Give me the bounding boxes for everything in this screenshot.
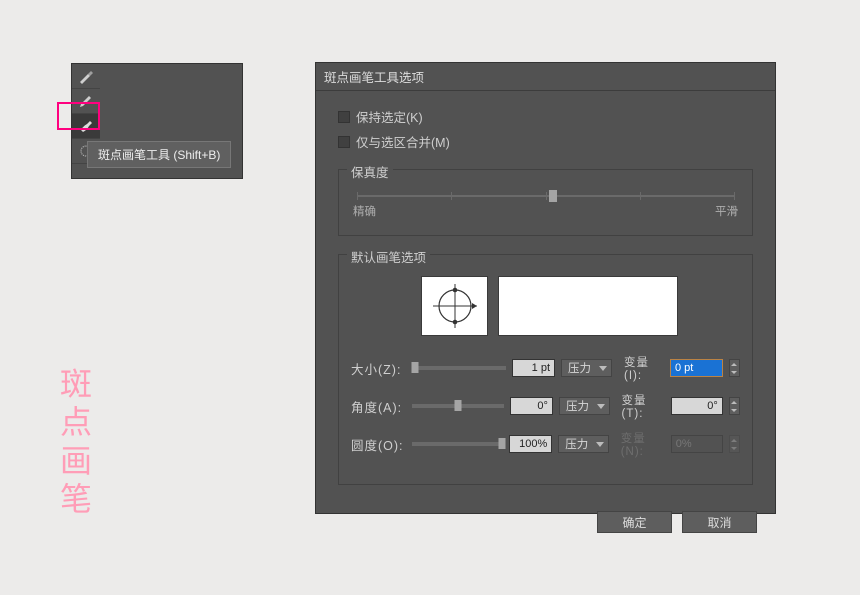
size-slider[interactable] <box>413 366 506 370</box>
ok-button[interactable]: 确定 <box>597 511 672 533</box>
merge-selection-label: 仅与选区合并(M) <box>356 132 450 151</box>
round-row: 圆度(O): 100% 压力 变量(N): 0% <box>351 430 740 458</box>
angle-value[interactable]: 0° <box>510 397 553 415</box>
dialog-title: 斑点画笔工具选项 <box>316 63 775 91</box>
angle-var-spinner[interactable] <box>729 397 740 415</box>
fidelity-right-label: 平滑 <box>715 203 738 219</box>
blob-brush-options-dialog: 斑点画笔工具选项 保持选定(K) 仅与选区合并(M) 保真度 精确 平滑 <box>315 62 776 514</box>
page-title: 斑 点 画 笔 <box>60 365 92 519</box>
size-value[interactable]: 1 pt <box>512 359 555 377</box>
angle-dropdown[interactable]: 压力 <box>559 397 610 415</box>
brush-options-title: 默认画笔选项 <box>347 247 430 266</box>
fidelity-title: 保真度 <box>347 162 393 181</box>
merge-selection-checkbox[interactable] <box>338 136 350 148</box>
angle-row: 角度(A): 0° 压力 变量(T): 0° <box>351 392 740 420</box>
size-label: 大小(Z): <box>351 359 407 378</box>
round-var-spinner <box>729 435 740 453</box>
angle-slider[interactable] <box>412 404 504 408</box>
brush-options-group: 默认画笔选项 大小(Z): 1 pt <box>338 254 753 485</box>
chevron-down-icon <box>599 366 607 371</box>
fidelity-left-label: 精确 <box>353 203 376 219</box>
round-var-value: 0% <box>671 435 723 453</box>
angle-label: 角度(A): <box>351 397 406 416</box>
keep-selected-checkbox[interactable] <box>338 111 350 123</box>
round-value[interactable]: 100% <box>509 435 552 453</box>
fidelity-group: 保真度 精确 平滑 <box>338 169 753 236</box>
angle-preview[interactable] <box>421 276 488 336</box>
angle-var-label: 变量(T): <box>622 392 665 420</box>
round-var-label: 变量(N): <box>621 430 665 458</box>
pencil-tool[interactable] <box>72 89 100 114</box>
round-label: 圆度(O): <box>351 435 406 454</box>
size-row: 大小(Z): 1 pt 压力 变量(I): 0 pt <box>351 354 740 382</box>
tool-tooltip: 斑点画笔工具 (Shift+B) <box>87 141 231 168</box>
size-var-value[interactable]: 0 pt <box>670 359 723 377</box>
size-var-label: 变量(I): <box>624 354 664 382</box>
brush-preview <box>498 276 678 336</box>
angle-var-value[interactable]: 0° <box>671 397 723 415</box>
blob-brush-tool[interactable] <box>72 114 100 139</box>
size-var-spinner[interactable] <box>729 359 740 377</box>
fidelity-slider-thumb[interactable] <box>549 190 557 202</box>
round-slider[interactable] <box>412 442 503 446</box>
chevron-down-icon <box>597 404 605 409</box>
chevron-down-icon <box>596 442 604 447</box>
keep-selected-label: 保持选定(K) <box>356 107 423 126</box>
round-dropdown[interactable]: 压力 <box>558 435 608 453</box>
size-dropdown[interactable]: 压力 <box>561 359 612 377</box>
cancel-button[interactable]: 取消 <box>682 511 757 533</box>
paintbrush-tool[interactable] <box>72 64 100 89</box>
fidelity-slider[interactable] <box>357 195 734 197</box>
